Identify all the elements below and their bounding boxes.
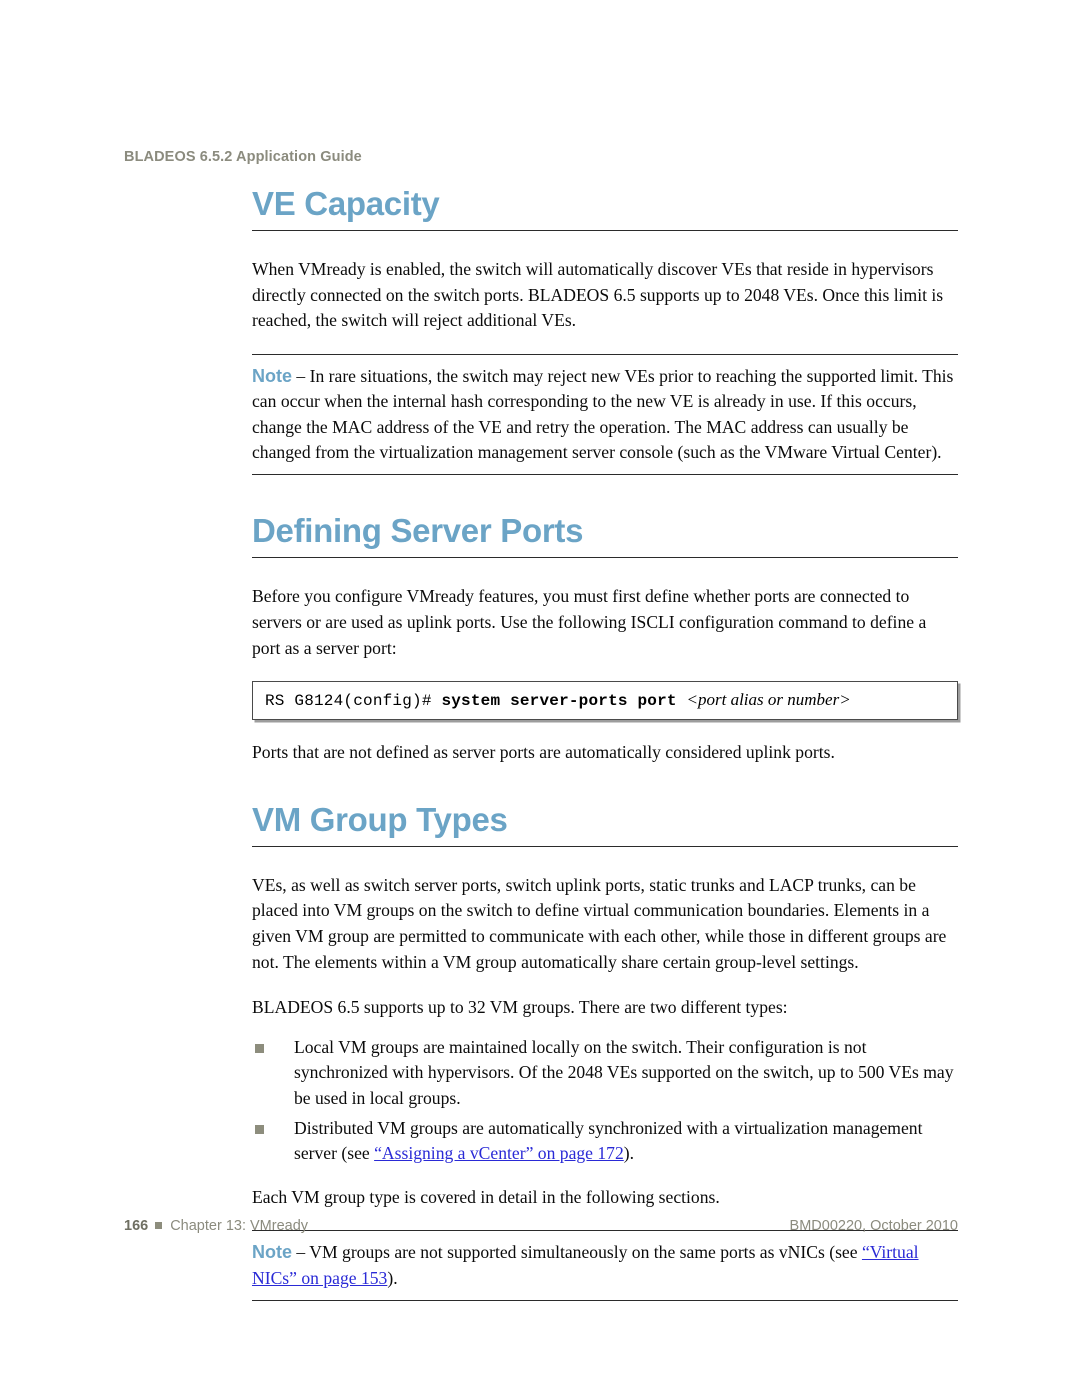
cli-argument: <port alias or number> (686, 690, 851, 710)
note-text: Note – VM groups are not supported simul… (252, 1240, 958, 1291)
paragraph-ve-capacity: When VMready is enabled, the switch will… (252, 259, 944, 331)
cli-command-box: RS G8124(config)# system server-ports po… (252, 681, 958, 721)
list-item: Local VM groups are maintained locally o… (252, 1035, 958, 1112)
paragraph-vm-group-count: BLADEOS 6.5 supports up to 32 VM groups.… (252, 997, 788, 1018)
running-header: BLADEOS 6.5.2 Application Guide (124, 149, 362, 165)
vm-group-type-list: Local VM groups are maintained locally o… (252, 1035, 958, 1167)
footer-page-number: 166 (124, 1218, 149, 1234)
paragraph-closing: Each VM group type is covered in detail … (252, 1186, 720, 1207)
list-item: Distributed VM groups are automatically … (252, 1116, 958, 1167)
document-page: BLADEOS 6.5.2 Application Guide VE Capac… (0, 0, 1080, 1397)
note-label: Note (252, 1242, 292, 1263)
cli-prompt: RS G8124(config)# (265, 692, 432, 711)
footer-square-icon (155, 1222, 163, 1229)
page-footer: 166 Chapter 13: VMready BMD00220, Octobe… (124, 1218, 958, 1234)
heading-vm-group-types: VM Group Types (252, 800, 508, 838)
list-item-text-tail: ). (623, 1143, 635, 1164)
note-dash: – (292, 1242, 310, 1263)
paragraph-uplink-ports: Ports that are not defined as server por… (252, 742, 835, 763)
list-item-text: Local VM groups are maintained locally o… (294, 1036, 954, 1108)
footer-doc-id: BMD00220, October 2010 (789, 1218, 958, 1234)
paragraph-defining-server-ports: Before you configure VMready features, y… (252, 586, 927, 658)
note-body: In rare situations, the switch may rejec… (252, 365, 954, 462)
bullet-square-icon (255, 1043, 264, 1053)
bullet-square-icon (255, 1124, 264, 1134)
note-vm-groups: Note – VM groups are not supported simul… (252, 1230, 958, 1302)
note-text: Note – In rare situations, the switch ma… (252, 364, 958, 466)
heading-defining-server-ports: Defining Server Ports (252, 512, 584, 550)
footer-chapter: Chapter 13: VMready (170, 1218, 309, 1234)
note-label: Note (252, 365, 292, 386)
footer-left: 166 Chapter 13: VMready (124, 1218, 308, 1234)
note-dash: – (292, 365, 310, 386)
xref-link-assigning-a-vcenter[interactable]: “Assigning a vCenter” on page 172 (374, 1143, 624, 1163)
note-ve-capacity: Note – In rare situations, the switch ma… (252, 353, 958, 476)
heading-ve-capacity: VE Capacity (252, 185, 440, 222)
section-defining-server-ports: Defining Server Ports (252, 512, 958, 559)
paragraph-vm-group-types: VEs, as well as switch server ports, swi… (252, 874, 947, 972)
section-ve-capacity: VE Capacity (252, 186, 958, 231)
section-vm-group-types: VM Group Types (252, 800, 958, 847)
page-content: VE Capacity When VMready is enabled, the… (252, 186, 958, 1302)
note-body: VM groups are not supported simultaneous… (309, 1242, 862, 1263)
note-body-tail: ). (387, 1267, 398, 1288)
cli-command: system server-ports port (441, 692, 677, 711)
